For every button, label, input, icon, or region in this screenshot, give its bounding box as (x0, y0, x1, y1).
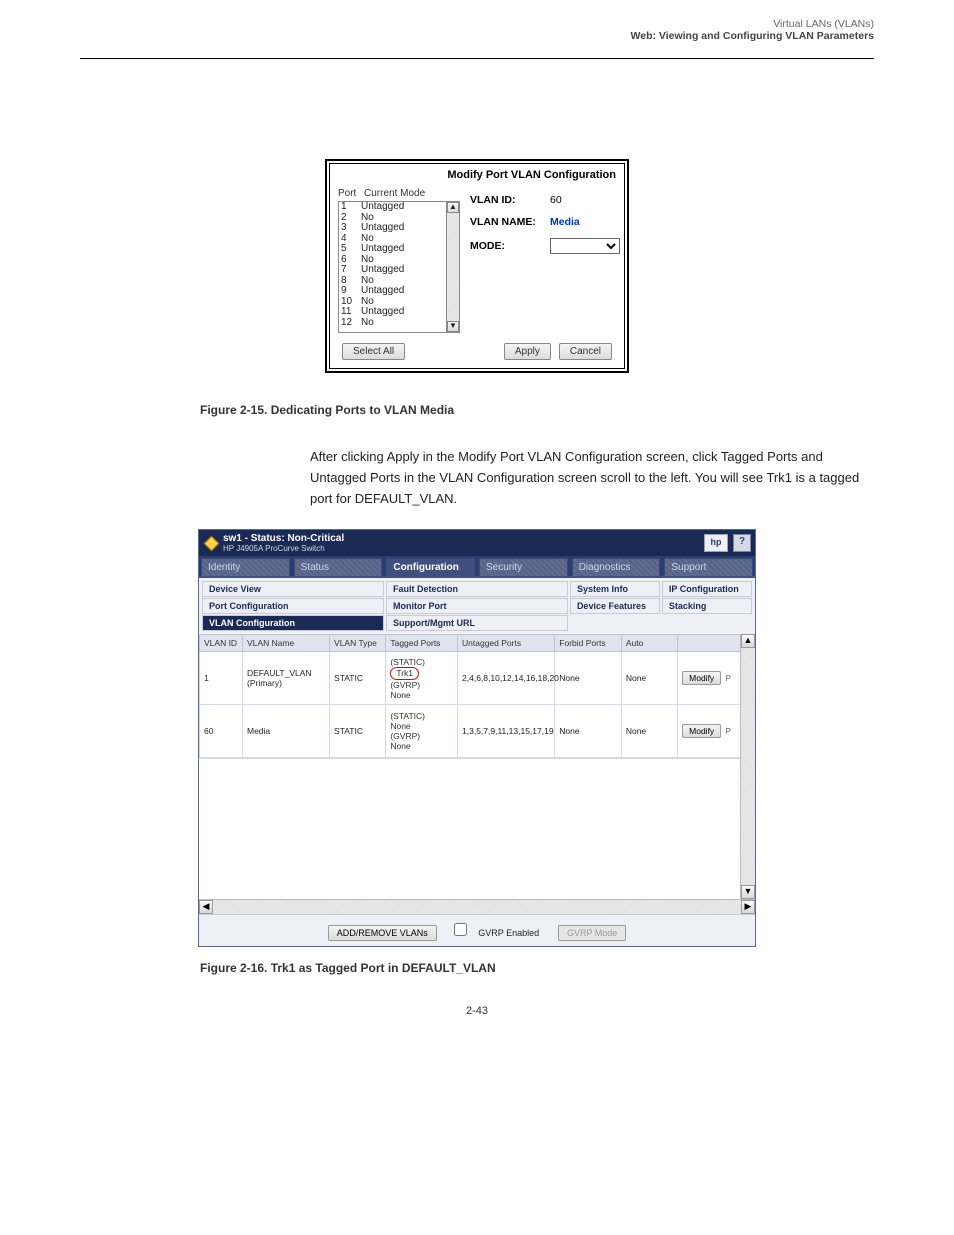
vlan-id-label: VLAN ID: (470, 194, 550, 206)
list-item[interactable]: 11Untagged (339, 307, 459, 318)
status-diamond-icon (204, 536, 220, 552)
cell-untagged: 2,4,6,8,10,12,14,16,18,20 (458, 652, 555, 705)
col-forbid-ports[interactable]: Forbid Ports (555, 635, 622, 652)
page-number: 2-43 (0, 1005, 954, 1057)
list-item[interactable]: 7Untagged (339, 265, 459, 276)
tab-identity[interactable]: Identity (201, 558, 290, 576)
col-tagged-ports[interactable]: Tagged Ports (386, 635, 458, 652)
figure-caption-2: Figure 2-16. Trk1 as Tagged Port in DEFA… (200, 961, 874, 975)
col-auto[interactable]: Auto (621, 635, 677, 652)
mode-label: MODE: (470, 240, 550, 252)
scroll-up-icon[interactable]: ▲ (447, 202, 459, 213)
cell-vlan-id: 60 (200, 705, 243, 758)
modify-button[interactable]: Modify (682, 671, 721, 685)
vlan-name-label: VLAN NAME: (470, 216, 550, 228)
col-vlan-type[interactable]: VLAN Type (330, 635, 386, 652)
modify-port-vlan-dialog: Modify Port VLAN Configuration Port Curr… (325, 159, 629, 373)
apply-button[interactable]: Apply (504, 343, 551, 360)
tab-diagnostics[interactable]: Diagnostics (572, 558, 661, 576)
add-remove-vlans-button[interactable]: ADD/REMOVE VLANs (328, 925, 437, 941)
list-item[interactable]: 3Untagged (339, 223, 459, 234)
cell-vlan-type: STATIC (330, 705, 386, 758)
subtab-device-view[interactable]: Device View (202, 581, 384, 597)
page-header: Virtual LANs (VLANs) Web: Viewing and Co… (631, 18, 874, 42)
sub-tab-area: Device View Port Configuration VLAN Conf… (199, 576, 755, 634)
scroll-down-icon[interactable]: ▼ (447, 321, 459, 332)
scroll-right-icon[interactable]: ▶ (741, 900, 755, 914)
hp-logo-icon: hp (704, 534, 728, 552)
mode-select[interactable] (550, 238, 620, 254)
subtab-support-mgmt-url[interactable]: Support/Mgmt URL (386, 615, 568, 631)
cell-tagged: (STATIC) None (GVRP) None (386, 705, 458, 758)
header-line-1: Virtual LANs (VLANs) (631, 18, 874, 30)
figure-caption-1: Figure 2-15. Dedicating Ports to VLAN Me… (200, 403, 874, 417)
cell-vlan-name: Media (243, 705, 330, 758)
window-subtitle: HP J4905A ProCurve Switch (223, 544, 704, 553)
main-tab-row: Identity Status Configuration Security D… (199, 556, 755, 576)
cell-untagged: 1,3,5,7,9,11,13,15,17,19 (458, 705, 555, 758)
cell-auto: None (621, 652, 677, 705)
switch-management-window: sw1 - Status: Non-Critical HP J4905A Pro… (198, 529, 756, 947)
vlan-id-value: 60 (550, 194, 562, 206)
cell-auto: None (621, 705, 677, 758)
gvrp-enabled-label: GVRP Enabled (478, 928, 539, 938)
subtab-monitor-port[interactable]: Monitor Port (386, 598, 568, 614)
scroll-up-icon[interactable]: ▲ (741, 634, 755, 648)
table-row[interactable]: 1 DEFAULT_VLAN (Primary) STATIC (STATIC)… (200, 652, 755, 705)
modify-button[interactable]: Modify (682, 724, 721, 738)
col-untagged-ports[interactable]: Untagged Ports (458, 635, 555, 652)
vertical-scrollbar[interactable]: ▲ ▼ (740, 634, 755, 899)
subtab-port-configuration[interactable]: Port Configuration (202, 598, 384, 614)
select-all-button[interactable]: Select All (342, 343, 405, 360)
cell-vlan-name: DEFAULT_VLAN (Primary) (243, 652, 330, 705)
cancel-button[interactable]: Cancel (559, 343, 612, 360)
subtab-vlan-configuration[interactable]: VLAN Configuration (202, 615, 384, 631)
trk1-highlight: Trk1 (390, 667, 419, 680)
table-row[interactable]: 60 Media STATIC (STATIC) None (GVRP) Non… (200, 705, 755, 758)
cell-vlan-id: 1 (200, 652, 243, 705)
body-paragraph: After clicking Apply in the Modify Port … (310, 447, 874, 509)
header-rule (80, 58, 874, 59)
port-col-header: Port (338, 188, 364, 199)
scrollbar[interactable]: ▲ ▼ (446, 202, 459, 332)
list-item[interactable]: 1Untagged (339, 202, 459, 213)
list-item[interactable]: 5Untagged (339, 244, 459, 255)
horizontal-scrollbar[interactable]: ◀ ▶ (199, 899, 755, 914)
subtab-ip-configuration[interactable]: IP Configuration (662, 581, 752, 597)
p-indicator: P (724, 674, 733, 683)
cell-forbid: None (555, 705, 622, 758)
help-button[interactable]: ? (733, 534, 751, 552)
titlebar: sw1 - Status: Non-Critical HP J4905A Pro… (199, 530, 755, 556)
grid-empty-area (199, 758, 755, 899)
vlan-name-value: Media (550, 216, 580, 228)
subtab-device-features[interactable]: Device Features (570, 598, 660, 614)
col-vlan-name[interactable]: VLAN Name (243, 635, 330, 652)
header-line-2: Web: Viewing and Configuring VLAN Parame… (631, 30, 874, 42)
vlan-table: VLAN ID VLAN Name VLAN Type Tagged Ports… (199, 634, 755, 758)
mode-col-header: Current Mode (364, 188, 460, 199)
window-title: sw1 - Status: Non-Critical (223, 533, 704, 544)
tab-security[interactable]: Security (479, 558, 568, 576)
p-indicator: P (724, 727, 733, 736)
scroll-left-icon[interactable]: ◀ (199, 900, 213, 914)
subtab-fault-detection[interactable]: Fault Detection (386, 581, 568, 597)
dialog-title: Modify Port VLAN Configuration (330, 164, 624, 184)
cell-tagged: (STATIC) Trk1 (GVRP) None (386, 652, 458, 705)
tab-configuration[interactable]: Configuration (386, 558, 475, 576)
cell-vlan-type: STATIC (330, 652, 386, 705)
app-footer: ADD/REMOVE VLANs GVRP Enabled GVRP Mode (199, 914, 755, 946)
port-list[interactable]: 1Untagged 2No 3Untagged 4No 5Untagged 6N… (338, 201, 460, 333)
scroll-down-icon[interactable]: ▼ (741, 885, 755, 899)
subtab-stacking[interactable]: Stacking (662, 598, 752, 614)
subtab-system-info[interactable]: System Info (570, 581, 660, 597)
list-item[interactable]: 12No (339, 318, 459, 329)
gvrp-mode-button[interactable]: GVRP Mode (558, 925, 626, 941)
gvrp-enabled-checkbox[interactable] (454, 923, 467, 936)
vlan-grid-wrap: VLAN ID VLAN Name VLAN Type Tagged Ports… (199, 634, 755, 899)
tab-support[interactable]: Support (664, 558, 753, 576)
col-vlan-id[interactable]: VLAN ID (200, 635, 243, 652)
tab-status[interactable]: Status (294, 558, 383, 576)
list-item[interactable]: 9Untagged (339, 286, 459, 297)
cell-forbid: None (555, 652, 622, 705)
